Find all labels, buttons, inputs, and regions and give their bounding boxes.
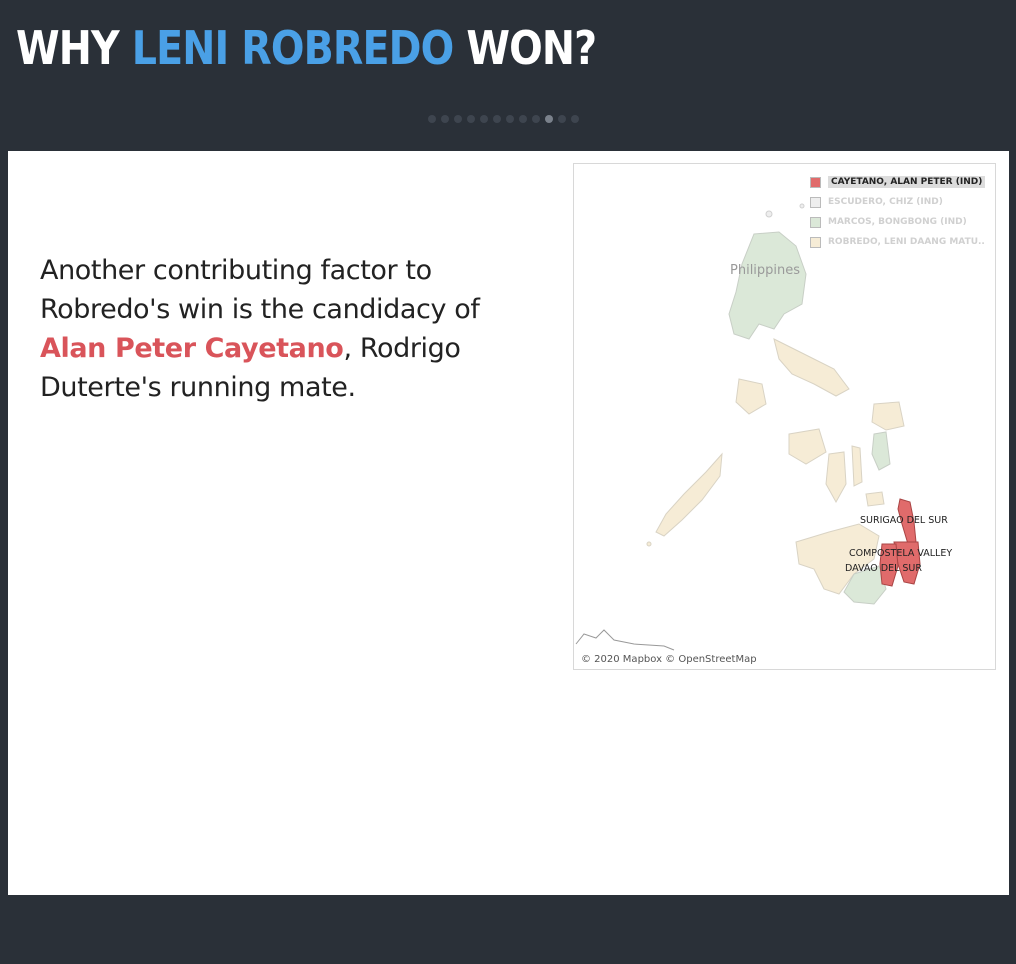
map-credit[interactable]: © 2020 Mapbox © OpenStreetMap	[581, 654, 757, 665]
story-highlight-candidate: Alan Peter Cayetano	[40, 333, 344, 364]
region-island[interactable]	[765, 210, 773, 218]
story-card: Another contributing factor to Robredo's…	[8, 151, 1009, 895]
page-title: WHY LENI ROBREDO WON?	[16, 18, 597, 78]
legend-label: MARCOS, BONGBONG (IND)	[828, 217, 967, 227]
region-island[interactable]	[646, 541, 652, 547]
election-map[interactable]: Philippines SURIGAO DEL SUR COMPOSTELA V…	[573, 163, 996, 670]
legend-label: ROBREDO, LENI DAANG MATU..	[828, 237, 985, 247]
province-label-davao-del-sur: DAVAO DEL SUR	[845, 563, 922, 574]
region-bohol[interactable]	[865, 491, 885, 507]
region-island[interactable]	[799, 203, 805, 209]
legend-item[interactable]: ROBREDO, LENI DAANG MATU..	[810, 232, 990, 252]
pager-dot[interactable]	[545, 115, 553, 123]
legend-item[interactable]: MARCOS, BONGBONG (IND)	[810, 212, 990, 232]
pager-dot[interactable]	[558, 115, 566, 123]
pager-dot[interactable]	[441, 115, 449, 123]
region-bicol[interactable]	[773, 338, 850, 397]
story-text-line1: Another contributing factor to Robredo's…	[40, 255, 480, 325]
region-luzon[interactable]	[728, 231, 807, 340]
legend-item[interactable]: ESCUDERO, CHIZ (IND)	[810, 192, 990, 212]
legend-swatch	[810, 176, 821, 188]
pager-dot[interactable]	[519, 115, 527, 123]
pager-dot[interactable]	[454, 115, 462, 123]
story-pager	[428, 115, 579, 123]
pager-dot[interactable]	[467, 115, 475, 123]
legend-swatch	[810, 236, 821, 248]
title-accent: LENI ROBREDO	[131, 21, 455, 75]
country-label: Philippines	[730, 263, 801, 278]
pager-dot[interactable]	[493, 115, 501, 123]
coastline-borneo	[575, 629, 675, 651]
region-panay[interactable]	[788, 428, 827, 465]
region-samar[interactable]	[871, 401, 905, 431]
legend-item[interactable]: CAYETANO, ALAN PETER (IND)	[810, 172, 990, 192]
title-part1: WHY	[16, 21, 132, 75]
region-leyte[interactable]	[871, 431, 891, 471]
province-label-surigao-del-sur: SURIGAO DEL SUR	[860, 515, 948, 526]
legend-swatch	[810, 216, 821, 228]
title-part2: WON?	[453, 21, 597, 75]
pager-dot[interactable]	[571, 115, 579, 123]
region-palawan[interactable]	[655, 452, 723, 537]
map-legend: CAYETANO, ALAN PETER (IND) ESCUDERO, CHIZ…	[810, 172, 990, 252]
pager-dot[interactable]	[480, 115, 488, 123]
region-cebu[interactable]	[851, 445, 863, 487]
pager-dot[interactable]	[428, 115, 436, 123]
legend-label: CAYETANO, ALAN PETER (IND)	[828, 176, 986, 188]
region-mindoro[interactable]	[735, 378, 767, 415]
legend-label: ESCUDERO, CHIZ (IND)	[828, 197, 943, 207]
region-negros[interactable]	[825, 451, 847, 504]
legend-swatch	[810, 196, 821, 208]
pager-dot[interactable]	[506, 115, 514, 123]
pager-dot[interactable]	[532, 115, 540, 123]
province-label-compostela-valley: COMPOSTELA VALLEY	[849, 548, 953, 559]
story-text: Another contributing factor to Robredo's…	[40, 251, 540, 407]
